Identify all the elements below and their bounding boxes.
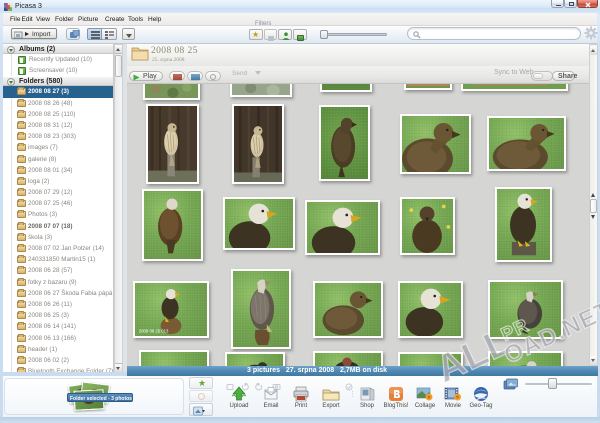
svg-text:2008 08 25 013: 2008 08 25 013: [139, 328, 169, 333]
